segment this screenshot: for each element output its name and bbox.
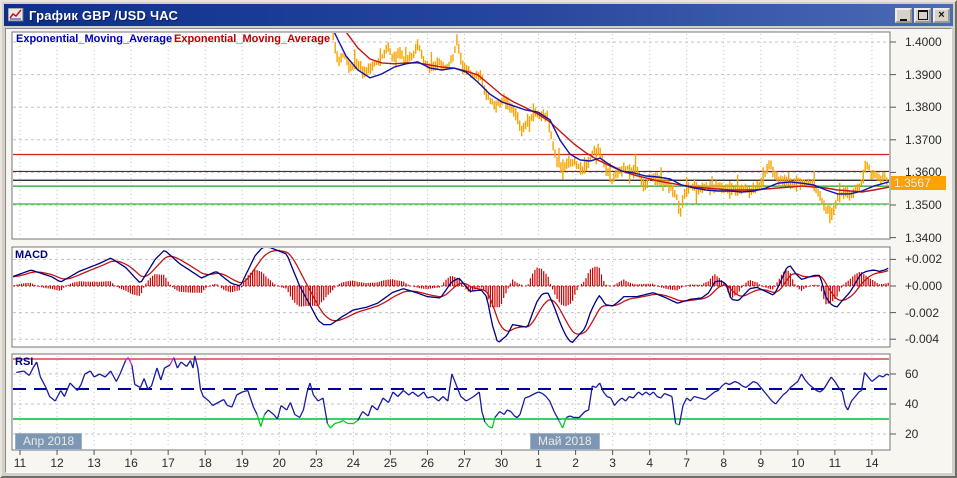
close-icon: ×	[938, 10, 944, 20]
maximize-icon	[918, 10, 928, 20]
chart-window: График GBP /USD ЧАС × Exponential_Moving…	[0, 0, 957, 478]
window-controls: ×	[895, 8, 950, 23]
title-bar[interactable]: График GBP /USD ЧАС ×	[4, 4, 953, 26]
minimize-icon	[900, 12, 907, 21]
maximize-button[interactable]	[914, 8, 931, 23]
minimize-button[interactable]	[895, 8, 912, 23]
close-button[interactable]: ×	[933, 8, 950, 23]
chart-client-area[interactable]	[5, 28, 952, 473]
window-title: График GBP /USD ЧАС	[29, 8, 178, 23]
chart-app-icon	[8, 8, 24, 22]
